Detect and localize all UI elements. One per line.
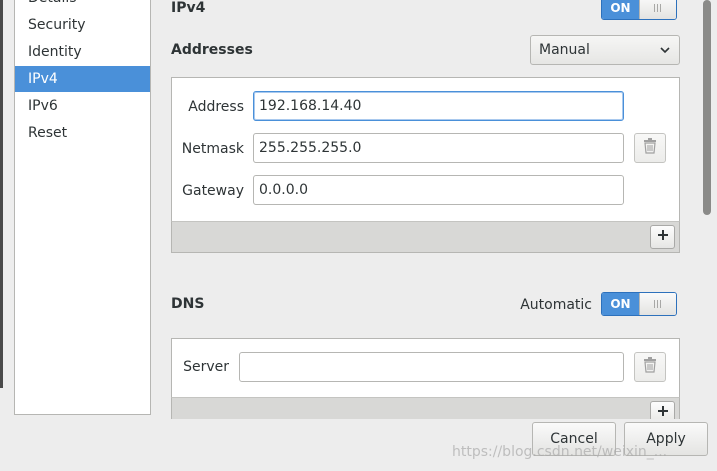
netmask-label: Netmask <box>181 141 244 157</box>
gateway-input[interactable] <box>253 175 624 205</box>
dns-server-input[interactable] <box>239 352 624 382</box>
dns-automatic-toggle[interactable]: ON <box>601 292 677 316</box>
addresses-toolbar <box>171 221 680 253</box>
plus-icon <box>657 229 669 245</box>
trash-icon <box>643 138 657 158</box>
sidebar-item-ipv6[interactable]: IPv6 <box>15 93 150 119</box>
netmask-input[interactable] <box>253 133 624 163</box>
addresses-method-dropdown[interactable]: Manual <box>530 35 680 65</box>
addresses-panel: Address Netmask Gateway <box>171 77 680 222</box>
dns-toggle-on-label: ON <box>602 293 639 315</box>
gateway-label: Gateway <box>182 183 244 199</box>
vertical-scrollbar[interactable] <box>703 0 711 215</box>
ipv4-toggle[interactable]: ON <box>601 0 677 20</box>
chevron-down-icon <box>659 44 671 60</box>
trash-icon <box>643 357 657 377</box>
ipv4-toggle-on-label: ON <box>602 0 639 19</box>
watermark-text: https://blog.csdn.net/weixin_... <box>452 444 668 460</box>
address-input[interactable] <box>253 91 624 121</box>
addresses-title: Addresses <box>171 42 253 58</box>
background-window-edge <box>0 0 3 388</box>
sidebar-item-security[interactable]: Security <box>15 12 150 38</box>
dns-automatic-label: Automatic <box>520 297 592 313</box>
dropdown-selected-value: Manual <box>539 42 590 58</box>
dns-title: DNS <box>171 296 205 312</box>
dns-toolbar <box>171 397 680 425</box>
toggle-knob-icon <box>638 293 676 315</box>
dns-panel: Server <box>171 338 680 398</box>
delete-dns-server-button[interactable] <box>634 352 666 382</box>
settings-sidebar: Details Security Identity IPv4 IPv6 Rese… <box>14 0 151 415</box>
sidebar-item-reset[interactable]: Reset <box>15 120 150 146</box>
sidebar-item-identity[interactable]: Identity <box>15 39 150 65</box>
delete-address-button[interactable] <box>634 133 666 163</box>
toggle-knob-icon <box>638 0 676 19</box>
sidebar-item-ipv4[interactable]: IPv4 <box>15 66 150 92</box>
dns-server-label: Server <box>183 359 229 375</box>
add-address-button[interactable] <box>650 225 675 249</box>
ipv4-title: IPv4 <box>171 0 206 16</box>
address-label: Address <box>188 99 244 115</box>
sidebar-item-details[interactable]: Details <box>15 0 150 11</box>
network-settings-window: Details Security Identity IPv4 IPv6 Rese… <box>0 0 717 471</box>
